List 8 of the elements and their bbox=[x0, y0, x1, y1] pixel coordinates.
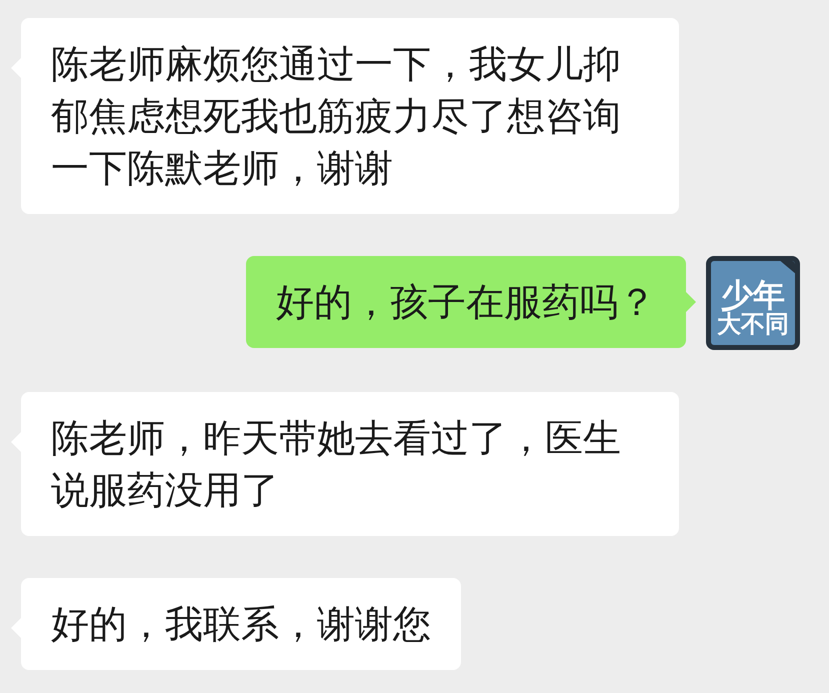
logo-text: 少年 bbox=[721, 279, 785, 311]
avatar-logo[interactable]: 少年 大不同 bbox=[706, 256, 800, 350]
logo-text: 大不同 bbox=[717, 311, 789, 337]
received-message-bubble: 陈老师麻烦您通过一下，我女儿抑郁焦虑想死我也筋疲力尽了想咨询一下陈默老师，谢谢 bbox=[21, 18, 679, 214]
bubble-tail bbox=[686, 292, 696, 312]
received-message-bubble: 陈老师，昨天带她去看过了，医生说服药没用了 bbox=[21, 392, 679, 536]
sent-message-bubble: 好的，孩子在服药吗？ bbox=[246, 256, 686, 348]
received-message-bubble: 好的，我联系，谢谢您 bbox=[21, 578, 461, 670]
